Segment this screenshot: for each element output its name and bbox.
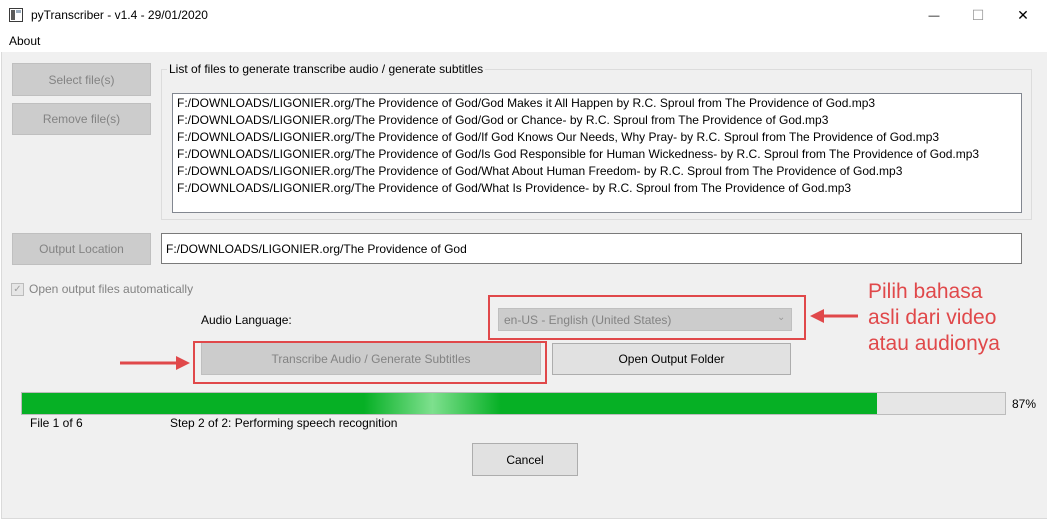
transcribe-highlight-box	[193, 341, 547, 384]
open-output-label: Open output files automatically	[29, 282, 194, 296]
list-item[interactable]: F:/DOWNLOADS/LIGONIER.org/The Providence…	[177, 147, 979, 161]
annotation-line: atau audionya	[868, 332, 1000, 355]
menu-bar	[0, 31, 1047, 52]
file-list-group-title: List of files to generate transcribe aud…	[167, 62, 486, 76]
maximize-icon: ☐	[971, 7, 985, 23]
close-button[interactable]: ✕	[1000, 0, 1046, 31]
app-icon	[9, 8, 23, 22]
annotation-line: asli dari video	[868, 306, 997, 329]
audio-language-label: Audio Language:	[201, 313, 292, 327]
arrow-right-icon	[120, 356, 190, 370]
list-item[interactable]: F:/DOWNLOADS/LIGONIER.org/The Providence…	[177, 164, 902, 178]
progress-bar	[21, 392, 1006, 415]
open-output-folder-button[interactable]: Open Output Folder	[552, 343, 791, 375]
list-item[interactable]: F:/DOWNLOADS/LIGONIER.org/The Providence…	[177, 96, 875, 110]
minimize-icon: —	[928, 9, 940, 22]
minimize-button[interactable]: —	[911, 0, 957, 31]
close-icon: ✕	[1017, 7, 1029, 23]
file-list[interactable]: F:/DOWNLOADS/LIGONIER.org/The Providence…	[172, 93, 1022, 213]
annotation-line: Pilih bahasa	[868, 280, 983, 303]
output-location-button[interactable]: Output Location	[12, 233, 151, 265]
open-output-checkbox[interactable]: ✓	[11, 283, 24, 296]
progress-fill	[22, 393, 877, 414]
list-item[interactable]: F:/DOWNLOADS/LIGONIER.org/The Providence…	[177, 130, 939, 144]
list-item[interactable]: F:/DOWNLOADS/LIGONIER.org/The Providence…	[177, 113, 828, 127]
maximize-button[interactable]: ☐	[955, 0, 1001, 31]
list-item[interactable]: F:/DOWNLOADS/LIGONIER.org/The Providence…	[177, 181, 851, 195]
step-status: Step 2 of 2: Performing speech recogniti…	[170, 416, 398, 430]
annotation-text: Pilih bahasa asli dari video atau audion…	[868, 279, 1000, 357]
arrow-left-icon	[810, 309, 858, 323]
menu-about[interactable]: About	[9, 34, 40, 48]
select-files-button[interactable]: Select file(s)	[12, 63, 151, 96]
remove-files-button[interactable]: Remove file(s)	[12, 103, 151, 135]
cancel-button[interactable]: Cancel	[472, 443, 578, 476]
output-path-field[interactable]: F:/DOWNLOADS/LIGONIER.org/The Providence…	[161, 233, 1022, 264]
window-title: pyTranscriber - v1.4 - 29/01/2020	[31, 8, 208, 22]
progress-percent: 87%	[1012, 397, 1037, 411]
language-highlight-box	[488, 295, 806, 340]
file-counter: File 1 of 6	[30, 416, 83, 430]
